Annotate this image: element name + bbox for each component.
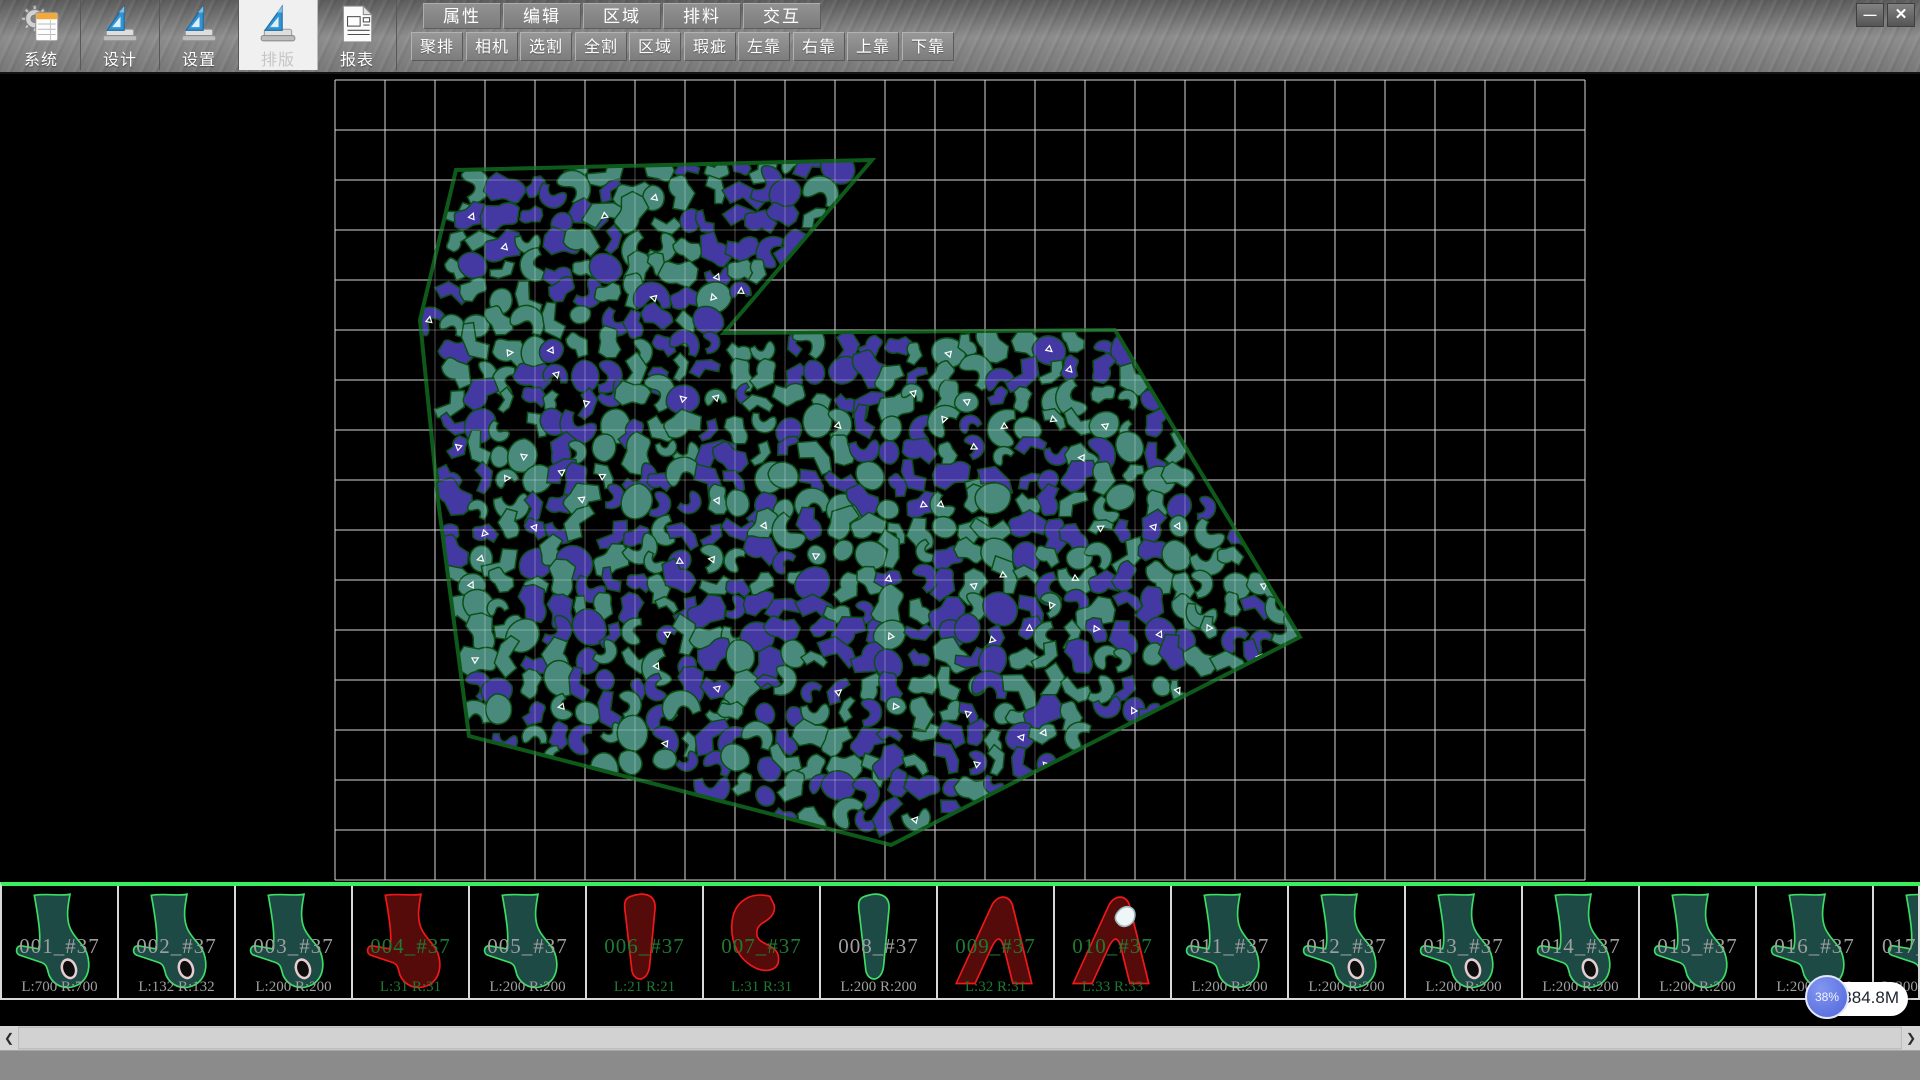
tool-button-snap-left[interactable]: 左靠 [738,32,790,61]
menu-tab-region[interactable]: 区域 [583,3,661,29]
close-button[interactable]: ✕ [1887,3,1915,27]
piece-name: 016_#37 [1757,934,1872,959]
piece-lr-label: L:200 R:200 [1289,979,1404,996]
piece-name: 007_#37 [704,934,819,959]
horizontal-scrollbar[interactable]: ❮ ❯ [0,1026,1920,1050]
main-button-label: 设置 [160,46,238,70]
thumbnail-cell[interactable]: 005_#37 L:200 R:200 [470,886,587,998]
tool-button-snap-down[interactable]: 下靠 [902,32,954,61]
piece-name: 012_#37 [1289,934,1404,959]
piece-lr-label: L:132 R:132 [119,979,234,996]
tool-button-camera[interactable]: 相机 [466,32,518,61]
settings-icon [178,3,220,45]
thumbnail-cell[interactable]: 012_#37 L:200 R:200 [1289,886,1406,998]
piece-name: 001_#37 [2,934,117,959]
application-window: 系统设计设置排版报表 属性编辑区域排料交互 聚排相机选割全割区域瑕疵左靠右靠上靠… [0,0,1920,1080]
top-toolbar: 系统设计设置排版报表 属性编辑区域排料交互 聚排相机选割全割区域瑕疵左靠右靠上靠… [0,0,1920,74]
memory-overlay-widget[interactable]: 384.8M 38% [1812,982,1908,1016]
scrollbar-thumb[interactable] [18,1027,1902,1049]
menu-tab-edit[interactable]: 编辑 [503,3,581,29]
piece-lr-label: L:200 R:200 [821,979,936,996]
main-button-label: 排版 [239,46,317,70]
piece-lr-label: L:31 R:31 [704,979,819,996]
piece-lr-label: L:32 R:31 [938,979,1053,996]
main-button-label: 报表 [318,46,396,70]
piece-lr-label: L:200 R:200 [470,979,585,996]
minimize-button[interactable]: — [1856,3,1884,27]
main-button-label: 设计 [81,46,159,70]
thumbnail-cell[interactable]: 010_#37 L:33 R:33 [1055,886,1172,998]
menu-tab-nesting[interactable]: 排料 [663,3,741,29]
main-button-report[interactable]: 报表 [318,0,397,70]
piece-name: 017_#37 [1874,934,1920,959]
thumbnail-cell[interactable]: 007_#37 L:31 R:31 [704,886,821,998]
scroll-left-arrow[interactable]: ❮ [0,1026,18,1050]
tool-button-cluster-nest[interactable]: 聚排 [411,32,463,61]
percent-badge: 38% [1805,975,1849,1019]
piece-name: 008_#37 [821,934,936,959]
piece-name: 010_#37 [1055,934,1170,959]
thumbnail-cell[interactable]: 014_#37 L:200 R:200 [1523,886,1640,998]
main-button-label: 系统 [2,46,80,70]
piece-lr-label: L:200 R:200 [1640,979,1755,996]
nesting-canvas[interactable] [0,74,1920,882]
menu-tab-properties[interactable]: 属性 [423,3,501,29]
piece-lr-label: L:200 R:200 [1406,979,1521,996]
tool-button-defect[interactable]: 瑕疵 [684,32,736,61]
thumbnail-cell[interactable]: 011_#37 L:200 R:200 [1172,886,1289,998]
status-bar [0,1050,1920,1080]
piece-name: 003_#37 [236,934,351,959]
main-button-design[interactable]: 设计 [81,0,160,70]
piece-name: 004_#37 [353,934,468,959]
thumbnail-cell[interactable]: 008_#37 L:200 R:200 [821,886,938,998]
main-button-layout[interactable]: 排版 [239,0,318,70]
tool-button-region[interactable]: 区域 [629,32,681,61]
thumbnail-cell[interactable]: 009_#37 L:32 R:31 [938,886,1055,998]
piece-name: 011_#37 [1172,934,1287,959]
piece-name: 005_#37 [470,934,585,959]
piece-name: 013_#37 [1406,934,1521,959]
thumbnail-cell[interactable]: 003_#37 L:200 R:200 [236,886,353,998]
tool-button-snap-right[interactable]: 右靠 [793,32,845,61]
tool-button-select-cut[interactable]: 选割 [520,32,572,61]
piece-name: 009_#37 [938,934,1053,959]
tool-button-cut-all[interactable]: 全割 [575,32,627,61]
thumbnail-cell[interactable]: 006_#37 L:21 R:21 [587,886,704,998]
thumbnail-cell[interactable]: 001_#37 L:700 R:700 [2,886,119,998]
piece-name: 006_#37 [587,934,702,959]
layout-icon [257,3,299,45]
piece-name: 015_#37 [1640,934,1755,959]
menu-tab-interact[interactable]: 交互 [743,3,821,29]
thumbnail-cell[interactable]: 015_#37 L:200 R:200 [1640,886,1757,998]
system-icon [20,3,62,45]
piece-lr-label: L:31 R:31 [353,979,468,996]
piece-lr-label: L:200 R:200 [1523,979,1638,996]
piece-thumbnail-strip: 001_#37L:700 R:700002_#37L:132 R:132003_… [0,882,1920,1000]
design-icon [99,3,141,45]
memory-value: 384.8M [1842,988,1899,1008]
piece-lr-label: L:200 R:200 [1172,979,1287,996]
piece-name: 014_#37 [1523,934,1638,959]
piece-lr-label: L:700 R:700 [2,979,117,996]
piece-lr-label: L:21 R:21 [587,979,702,996]
thumbnail-cell[interactable]: 002_#37 L:132 R:132 [119,886,236,998]
main-button-settings[interactable]: 设置 [160,0,239,70]
report-icon [336,3,378,45]
thumbnail-cell[interactable]: 013_#37 L:200 R:200 [1406,886,1523,998]
piece-lr-label: L:200 R:200 [236,979,351,996]
main-button-system[interactable]: 系统 [2,0,81,70]
thumbnail-cell[interactable]: 004_#37 L:31 R:31 [353,886,470,998]
tool-button-snap-up[interactable]: 上靠 [847,32,899,61]
piece-name: 002_#37 [119,934,234,959]
scroll-right-arrow[interactable]: ❯ [1902,1026,1920,1050]
piece-lr-label: L:33 R:33 [1055,979,1170,996]
